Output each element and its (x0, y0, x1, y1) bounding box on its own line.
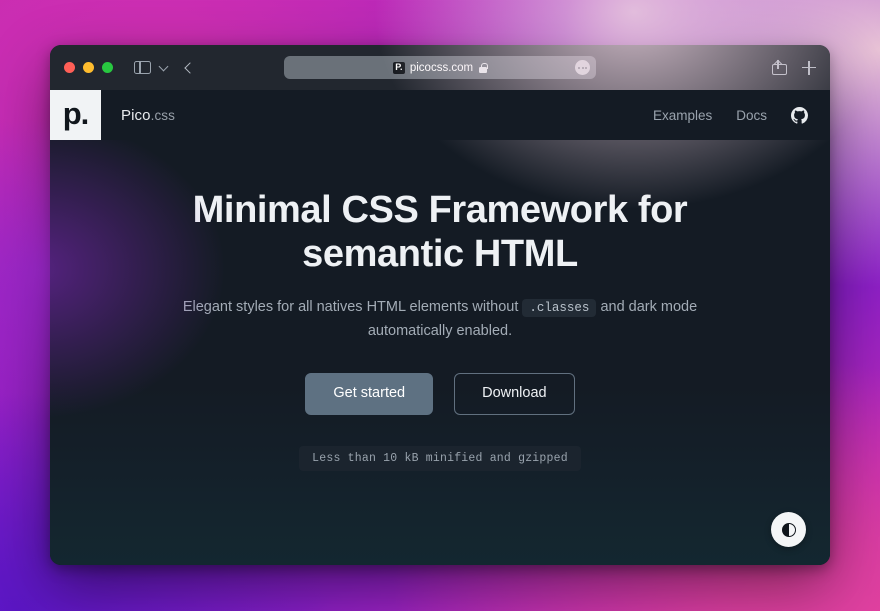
desktop-wallpaper: P. picocss.com p. Pico.css Examples Docs… (0, 0, 880, 611)
share-icon[interactable] (772, 59, 787, 75)
minimize-window-button[interactable] (83, 62, 94, 73)
brand-title: Pico.css (121, 107, 175, 124)
nav-item-examples[interactable]: Examples (653, 108, 712, 123)
address-bar-url: picocss.com (409, 61, 474, 74)
hero-subtitle: Elegant styles for all natives HTML elem… (179, 296, 701, 343)
chevron-down-icon[interactable] (158, 61, 169, 73)
hero-subtitle-code: .classes (522, 299, 597, 318)
toolbar-left-icons (134, 61, 196, 74)
pico-logo-mark: p. (62, 96, 90, 131)
hero-actions: Get started Download (305, 373, 575, 415)
get-started-button[interactable]: Get started (305, 373, 434, 415)
sidebar-icon[interactable] (134, 61, 151, 74)
page-viewport: p. Pico.css Examples Docs Minimal CSS Fr… (50, 90, 830, 565)
pico-logo[interactable]: p. (50, 90, 101, 140)
brand-extension: .css (150, 107, 175, 123)
site-favicon: P. (392, 61, 405, 74)
hero-title: Minimal CSS Framework for semantic HTML (192, 189, 688, 276)
plus-icon[interactable] (802, 60, 816, 75)
site-navigation: Examples Docs (653, 106, 808, 124)
toolbar-right-icons (772, 59, 816, 75)
site-header: p. Pico.css Examples Docs (50, 90, 830, 140)
lock-icon (479, 62, 488, 73)
close-window-button[interactable] (64, 62, 75, 73)
back-arrow-icon[interactable] (176, 61, 196, 74)
brand-name: Pico (121, 106, 151, 124)
browser-toolbar: P. picocss.com (50, 45, 830, 90)
address-bar[interactable]: P. picocss.com (284, 56, 596, 79)
browser-window: P. picocss.com p. Pico.css Examples Docs… (50, 45, 830, 565)
nav-item-docs[interactable]: Docs (736, 108, 767, 123)
page-settings-icon[interactable] (575, 60, 590, 75)
window-controls (64, 62, 113, 73)
download-button[interactable]: Download (454, 373, 575, 415)
theme-toggle-button[interactable] (771, 512, 806, 547)
maximize-window-button[interactable] (102, 62, 113, 73)
hero-subtitle-before: Elegant styles for all natives HTML elem… (182, 299, 519, 316)
contrast-icon (781, 522, 796, 537)
github-icon[interactable] (791, 106, 808, 124)
hero-section: Minimal CSS Framework for semantic HTML … (50, 140, 830, 565)
size-badge: Less than 10 kB minified and gzipped (299, 445, 581, 471)
